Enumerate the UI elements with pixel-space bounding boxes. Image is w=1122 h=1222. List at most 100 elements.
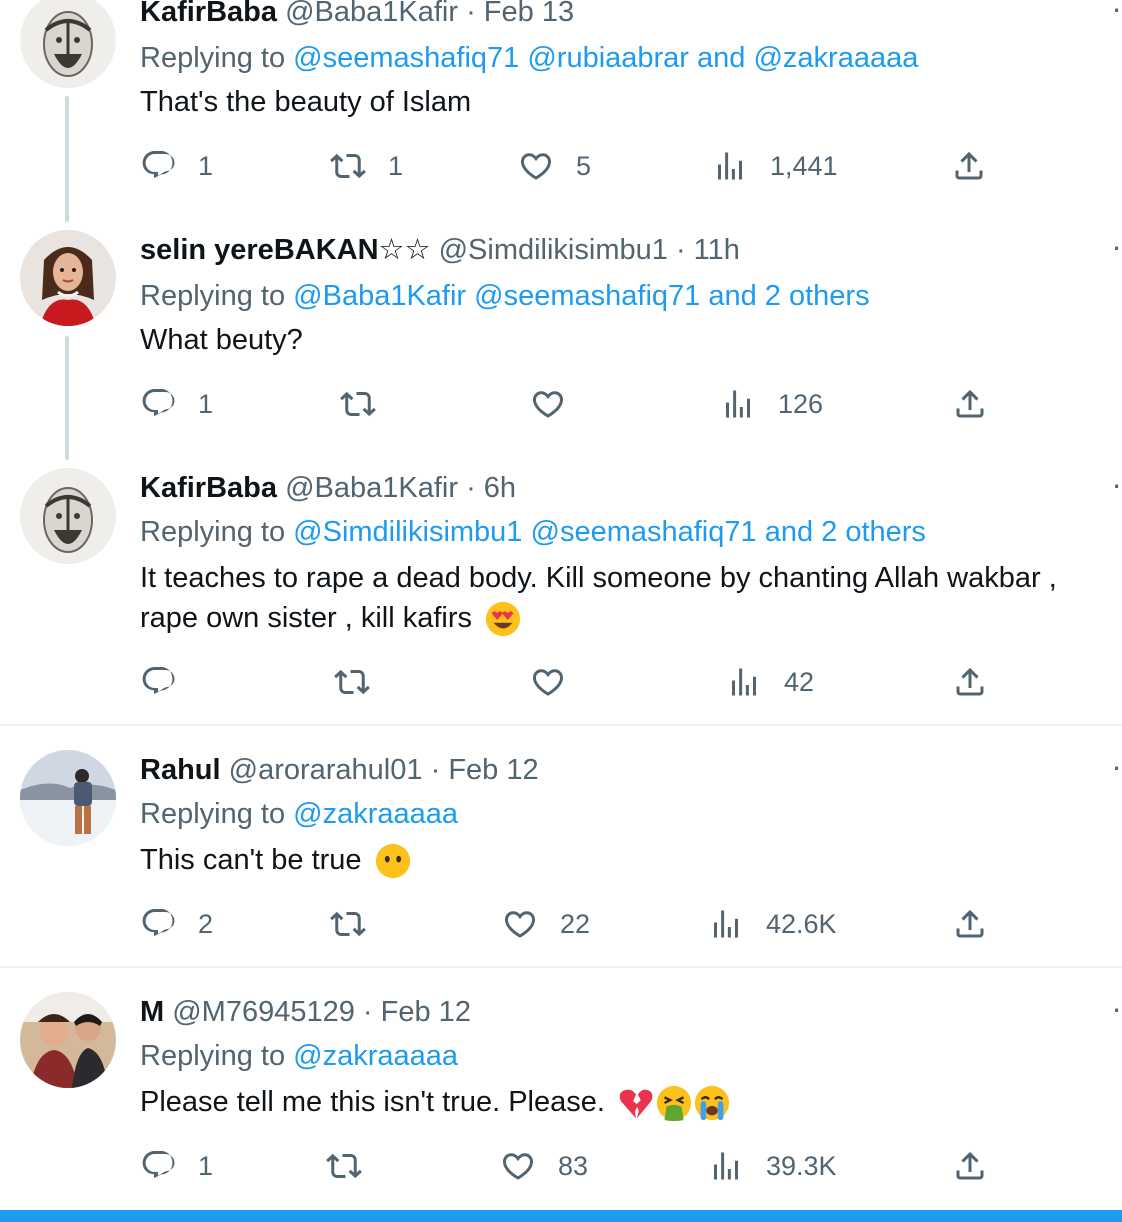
retweet-icon [334, 664, 370, 700]
tweet-actions: 42 [0, 662, 1122, 702]
author-name[interactable]: KafirBaba [140, 0, 277, 28]
like-button[interactable]: 83 [500, 1146, 588, 1186]
mention-link[interactable]: @seemashafiq71 [474, 280, 700, 312]
timestamp[interactable]: Feb 13 [484, 0, 574, 28]
author-handle[interactable]: @Simdilikisimbu1 [439, 234, 668, 266]
views-icon [708, 1148, 744, 1184]
tweet-actions: 1 126 [0, 384, 1122, 424]
share-button[interactable] [952, 1146, 988, 1186]
more-icon[interactable]: ⋯ [1114, 234, 1122, 266]
mention-link[interactable]: @rubiaabrar [527, 42, 689, 74]
reply-button[interactable]: 1 [140, 384, 213, 424]
author-name[interactable]: selin yereBAKAN☆☆ [140, 234, 431, 266]
reply-button[interactable]: 1 [140, 1146, 213, 1186]
tweet-header: Rahul @arorarahul01 · Feb 12 [140, 754, 539, 786]
avatar[interactable] [20, 0, 116, 88]
avatar[interactable] [20, 468, 116, 564]
tweet-header: selin yereBAKAN☆☆ @Simdilikisimbu1 · 11h [140, 234, 740, 266]
like-button[interactable]: 22 [502, 904, 590, 944]
tweet-divider [0, 724, 1122, 726]
like-button[interactable] [530, 384, 566, 424]
share-icon [952, 906, 988, 942]
mention-joiner[interactable]: and [708, 280, 756, 312]
views-button[interactable]: 42.6K [708, 904, 837, 944]
like-icon [518, 148, 554, 184]
more-icon[interactable]: ⋯ [1114, 996, 1122, 1028]
author-name[interactable]: Rahul [140, 754, 221, 786]
like-button[interactable] [530, 662, 566, 702]
avatar[interactable] [20, 750, 116, 846]
like-button[interactable]: 5 [518, 146, 591, 186]
timestamp[interactable]: Feb 12 [448, 754, 538, 786]
share-button[interactable] [951, 146, 987, 186]
share-icon [952, 1148, 988, 1184]
tweet-text: That's the beauty of Islam [140, 86, 472, 118]
avatar[interactable] [20, 992, 116, 1088]
share-icon [951, 148, 987, 184]
like-count: 83 [558, 1150, 589, 1181]
mention-link[interactable]: @zakraaaaa [293, 798, 458, 830]
tweet-header: M @M76945129 · Feb 12 [140, 996, 471, 1028]
replying-to-label: Replying to [140, 280, 286, 312]
retweet-icon [330, 148, 366, 184]
reply-button[interactable]: 2 [140, 904, 213, 944]
reply-count: 2 [198, 908, 214, 939]
author-handle[interactable]: @M76945129 [172, 996, 355, 1028]
more-icon[interactable]: ⋯ [1114, 0, 1122, 28]
tweet-divider [0, 966, 1122, 968]
mention-link[interactable]: @Simdilikisimbu1 [293, 516, 522, 548]
author-name[interactable]: KafirBaba [140, 472, 277, 504]
retweet-button[interactable] [334, 662, 370, 702]
more-icon[interactable]: ⋯ [1114, 472, 1122, 504]
author-name[interactable]: M [140, 996, 164, 1028]
separator: · [362, 996, 373, 1028]
mention-link[interactable]: @seemashafiq71 [531, 516, 757, 548]
reply-icon [140, 664, 176, 700]
tweet[interactable]: KafirBaba @Baba1Kafir · 6h ⋯ Replying to… [0, 468, 1122, 726]
mention-link[interactable]: @zakraaaaa [753, 42, 918, 74]
reply-count: 1 [198, 1150, 214, 1181]
avatar[interactable] [20, 230, 116, 326]
timestamp[interactable]: 11h [694, 234, 740, 266]
tweet[interactable]: M @M76945129 · Feb 12 ⋯ Replying to @zak… [0, 992, 1122, 1210]
mention-link[interactable]: @seemashafiq71 [293, 42, 519, 74]
reply-icon [140, 1148, 176, 1184]
retweet-button[interactable] [330, 904, 366, 944]
like-icon [530, 386, 566, 422]
views-button[interactable]: 1,441 [712, 146, 838, 186]
retweet-button[interactable]: 1 [330, 146, 403, 186]
share-button[interactable] [952, 384, 988, 424]
mention-joiner[interactable]: and [765, 516, 813, 548]
like-icon [502, 906, 538, 942]
share-button[interactable] [952, 904, 988, 944]
share-button[interactable] [952, 662, 988, 702]
separator: · [430, 754, 441, 786]
tweet[interactable]: selin yereBAKAN☆☆ @Simdilikisimbu1 · 11h… [0, 230, 1122, 450]
mention-link[interactable]: @Baba1Kafir [293, 280, 466, 312]
retweet-icon [340, 386, 376, 422]
mention-link[interactable]: 2 others [765, 280, 870, 312]
retweet-button[interactable] [340, 384, 376, 424]
author-handle[interactable]: @arorarahul01 [229, 754, 423, 786]
timestamp[interactable]: 6h [484, 472, 516, 504]
tweet-header: KafirBaba @Baba1Kafir · Feb 13 [140, 0, 574, 28]
mention-link[interactable]: 2 others [821, 516, 926, 548]
tweet[interactable]: KafirBaba @Baba1Kafir · Feb 13 ⋯ Replyin… [0, 0, 1122, 220]
reply-button[interactable]: 1 [140, 146, 213, 186]
tweet[interactable]: Rahul @arorarahul01 · Feb 12 ⋯ Replying … [0, 750, 1122, 968]
views-button[interactable]: 42 [726, 662, 814, 702]
timestamp[interactable]: Feb 12 [381, 996, 471, 1028]
heart-eyes-emoji [484, 600, 522, 638]
views-button[interactable]: 39.3K [708, 1146, 837, 1186]
views-count: 1,441 [770, 150, 838, 181]
views-button[interactable]: 126 [720, 384, 823, 424]
author-handle[interactable]: @Baba1Kafir [285, 472, 458, 504]
mention-joiner[interactable]: and [697, 42, 745, 74]
like-icon [530, 664, 566, 700]
retweet-button[interactable] [326, 1146, 362, 1186]
reply-button[interactable] [140, 662, 176, 702]
views-icon [720, 386, 756, 422]
mention-link[interactable]: @zakraaaaa [293, 1040, 458, 1072]
more-icon[interactable]: ⋯ [1114, 754, 1122, 786]
author-handle[interactable]: @Baba1Kafir [285, 0, 458, 28]
